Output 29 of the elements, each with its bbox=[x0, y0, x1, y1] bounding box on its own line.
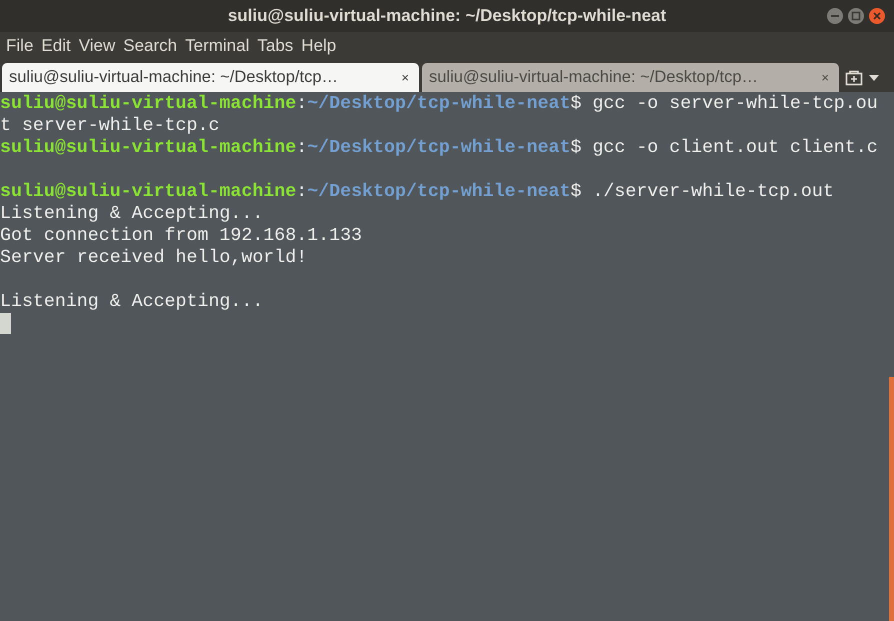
output-line: Listening & Accepting... bbox=[0, 203, 264, 225]
output-line: Server received hello,world! bbox=[0, 247, 308, 269]
output-line: Got connection from 192.168.1.133 bbox=[0, 225, 362, 247]
text-cursor bbox=[0, 313, 11, 334]
prompt-line: suliu@suliu-virtual-machine:~/Desktop/tcp-while-neat$ gcc -o client.out client.c bbox=[0, 137, 878, 159]
tab[interactable]: suliu@suliu-virtual-machine: ~/Desktop/tcp… × bbox=[2, 63, 419, 92]
tab-close-button[interactable]: × bbox=[398, 68, 412, 88]
maximize-icon[interactable] bbox=[847, 7, 865, 25]
menu-item[interactable]: View bbox=[74, 33, 120, 59]
tab-label: suliu@suliu-virtual-machine: ~/Desktop/tcp… bbox=[429, 67, 758, 88]
close-icon[interactable] bbox=[868, 7, 886, 25]
caret-icon[interactable] bbox=[869, 74, 879, 80]
tab-close-button[interactable]: × bbox=[818, 68, 832, 88]
output-line: Listening & Accepting... bbox=[0, 291, 264, 313]
prompt-line: suliu@suliu-virtual-machine:~/Desktop/tcp-while-neat$ gcc -o server-while-tcp.ou bbox=[0, 93, 878, 115]
menu-item[interactable]: Tabs bbox=[253, 33, 298, 59]
window-title: suliu@suliu-virtual-machine: ~/Desktop/tcp-while-neat bbox=[228, 5, 666, 28]
menu-item[interactable]: Help bbox=[297, 33, 340, 59]
prompt-line: suliu@suliu-virtual-machine:~/Desktop/tcp-while-neat$ ./server-while-tcp.out bbox=[0, 181, 834, 203]
tab[interactable]: suliu@suliu-virtual-machine: ~/Desktop/tcp… × bbox=[422, 63, 839, 92]
menu-item[interactable]: Terminal bbox=[181, 33, 254, 59]
output-line: t server-while-tcp.c bbox=[0, 115, 220, 137]
new-tab-icon[interactable] bbox=[845, 70, 863, 86]
menu-item[interactable]: File bbox=[2, 33, 38, 59]
scrollbar[interactable] bbox=[889, 377, 894, 621]
menu-item[interactable]: Search bbox=[119, 33, 182, 59]
minimize-icon[interactable] bbox=[826, 7, 844, 25]
tab-label: suliu@suliu-virtual-machine: ~/Desktop/tcp… bbox=[9, 67, 338, 88]
menu-item[interactable]: Edit bbox=[37, 33, 75, 59]
